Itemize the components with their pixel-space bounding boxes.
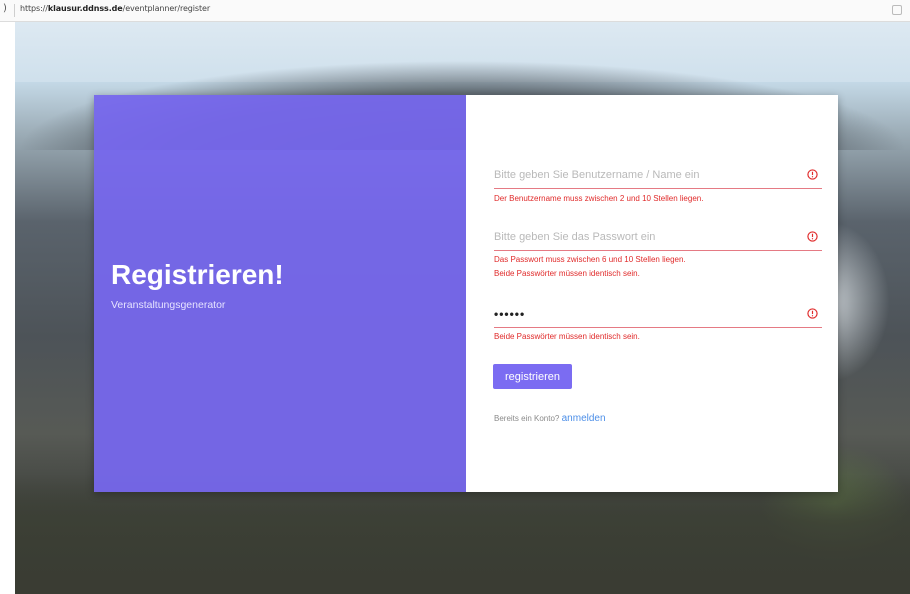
login-prompt: Bereits ein Konto? anmelden xyxy=(494,413,606,424)
window-edge xyxy=(0,22,15,594)
app-subtitle: Veranstaltungsgenerator xyxy=(111,299,226,311)
login-prompt-text: Bereits ein Konto? xyxy=(494,414,560,423)
register-button[interactable]: registrieren xyxy=(493,364,572,389)
browser-address-bar: ) https://klausur.ddnss.de/eventplanner/… xyxy=(0,0,910,22)
url-host: klausur.ddnss.de xyxy=(47,4,123,13)
back-icon[interactable]: ) xyxy=(3,3,7,14)
password-length-error: Das Passwort muss zwischen 6 und 10 Stel… xyxy=(494,255,686,264)
branding-panel: Registrieren! Veranstaltungsgenerator xyxy=(94,95,466,492)
register-card: Registrieren! Veranstaltungsgenerator De… xyxy=(94,95,838,492)
background-ground xyxy=(15,474,910,594)
password-repeat-error: Beide Passwörter müssen identisch sein. xyxy=(494,332,640,341)
extension-icon[interactable] xyxy=(892,5,902,15)
password-match-error: Beide Passwörter müssen identisch sein. xyxy=(494,269,640,278)
alert-circle-icon xyxy=(807,169,818,180)
alert-circle-icon xyxy=(807,308,818,319)
page-title: Registrieren! xyxy=(111,259,284,290)
password-field xyxy=(494,225,822,251)
password-repeat-field xyxy=(494,302,822,328)
username-field xyxy=(494,163,822,189)
username-input[interactable] xyxy=(494,163,794,187)
username-error: Der Benutzername muss zwischen 2 und 10 … xyxy=(494,194,704,203)
form-panel: Der Benutzername muss zwischen 2 und 10 … xyxy=(466,95,838,492)
password-input[interactable] xyxy=(494,225,794,249)
url-prefix: https:// xyxy=(20,4,48,13)
url-text[interactable]: https://klausur.ddnss.de/eventplanner/re… xyxy=(20,4,210,13)
divider xyxy=(14,4,15,17)
login-link[interactable]: anmelden xyxy=(562,413,606,424)
url-path: /eventplanner/register xyxy=(122,4,211,13)
alert-circle-icon xyxy=(807,231,818,242)
password-repeat-input[interactable] xyxy=(494,302,794,326)
